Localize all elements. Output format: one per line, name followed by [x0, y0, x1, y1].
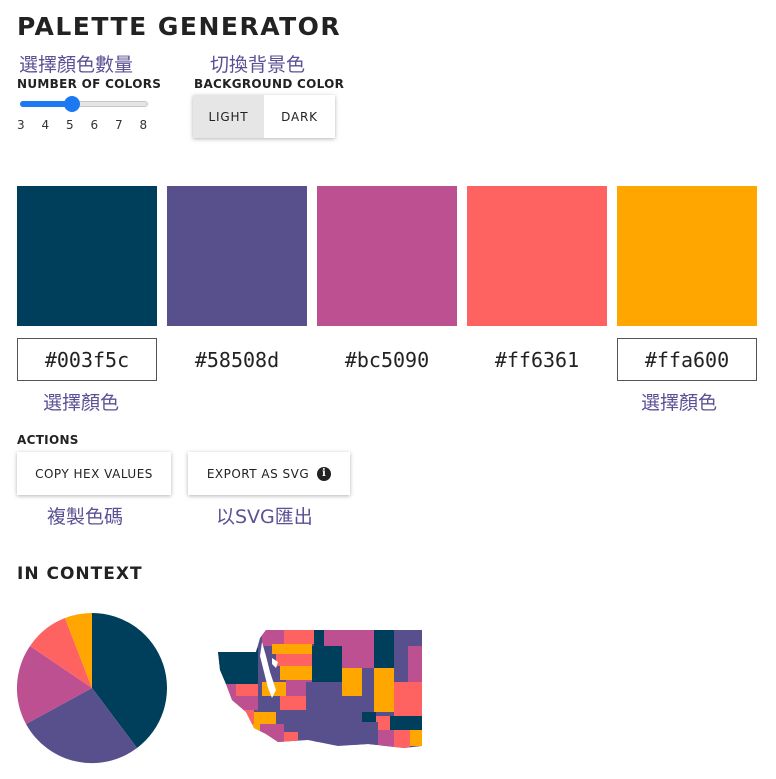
dark-button[interactable]: DARK — [264, 95, 335, 138]
tick-label: 5 — [66, 118, 74, 132]
copy-hex-values-label: COPY HEX VALUES — [35, 466, 153, 481]
hex-input[interactable]: #ffa600 — [617, 338, 757, 381]
number-of-colors-zh-label: 選擇顏色數量 — [19, 54, 134, 76]
color-count-slider-thumb[interactable] — [64, 96, 80, 112]
copy-hex-values-button[interactable]: COPY HEX VALUES — [17, 452, 171, 495]
pick-color-zh-label: 選擇顏色 — [641, 392, 718, 414]
color-swatch[interactable] — [467, 186, 607, 326]
info-icon[interactable]: i — [317, 466, 332, 481]
color-swatch[interactable] — [167, 186, 307, 326]
background-color-label: BACKGROUND COLOR — [194, 77, 345, 91]
page-title: PALETTE GENERATOR — [17, 12, 342, 41]
export-as-svg-label: EXPORT AS SVG — [206, 466, 310, 481]
copy-hex-zh-label: 複製色碼 — [47, 506, 124, 528]
tick-label: 4 — [41, 118, 50, 132]
tick-label: 7 — [115, 118, 123, 132]
background-toggle: LIGHT DARK — [193, 95, 335, 138]
tick-label: 3 — [17, 118, 25, 132]
hex-input[interactable]: #003f5c — [17, 338, 157, 381]
export-svg-zh-label: 以SVG匯出 — [216, 506, 313, 528]
map-preview — [218, 630, 422, 748]
color-swatch[interactable] — [17, 186, 157, 326]
light-button[interactable]: LIGHT — [193, 95, 264, 138]
tick-label: 8 — [139, 118, 148, 132]
color-swatch[interactable] — [317, 186, 457, 326]
tick-label: 6 — [90, 118, 99, 132]
pie-chart-preview — [16, 612, 167, 764]
number-of-colors-label: NUMBER OF COLORS — [17, 77, 162, 91]
export-as-svg-button[interactable]: EXPORT AS SVG i — [188, 452, 350, 495]
in-context-heading: IN CONTEXT — [17, 564, 143, 584]
color-swatch[interactable] — [617, 186, 757, 326]
hex-value[interactable]: #bc5090 — [317, 338, 457, 381]
pick-color-zh-label: 選擇顏色 — [43, 392, 120, 414]
actions-label: ACTIONS — [17, 433, 79, 447]
hex-value[interactable]: #58508d — [167, 338, 307, 381]
hex-value[interactable]: #ff6361 — [467, 338, 607, 381]
slider-tick-labels: 3 4 5 6 7 8 — [17, 118, 164, 132]
background-color-zh-label: 切換背景色 — [210, 54, 306, 76]
